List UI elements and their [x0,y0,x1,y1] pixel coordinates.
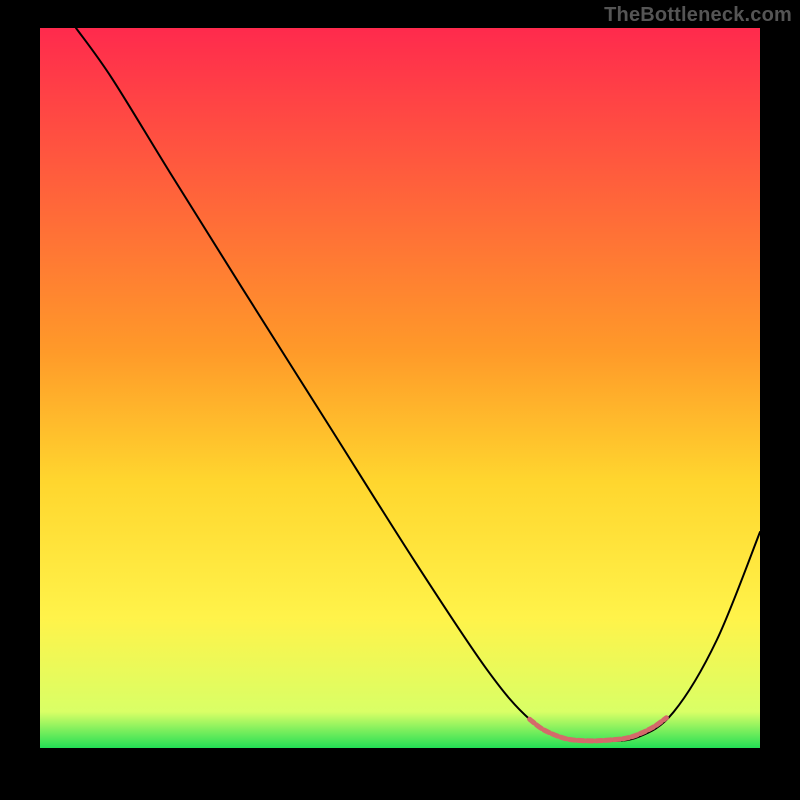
watermark-text: TheBottleneck.com [604,4,792,27]
chart-svg [40,28,760,748]
chart-plot-area [40,28,760,748]
